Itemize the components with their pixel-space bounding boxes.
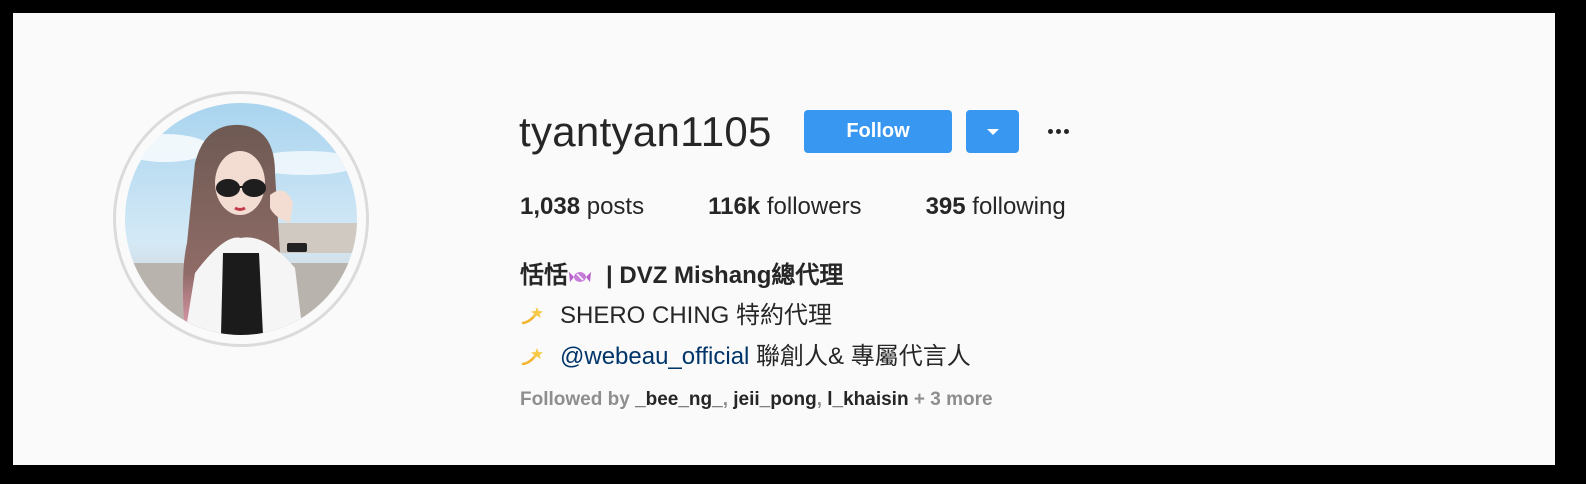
mention-link[interactable]: @webeau_official (560, 343, 749, 370)
posts-count: 1,038 posts (520, 193, 644, 221)
follower-username[interactable]: l_khaisin (827, 389, 908, 410)
username: tyantyan1105 (519, 108, 772, 155)
follow-button[interactable]: Follow (804, 110, 952, 153)
bio-line-2: SHERO CHING 特約代理 (520, 297, 971, 338)
chevron-down-icon (986, 128, 999, 135)
following-label: following (972, 193, 1066, 220)
bio-line-2-text: SHERO CHING 特約代理 (560, 302, 833, 329)
followed-by-prefix: Followed by (520, 389, 636, 410)
followed-by-more[interactable]: + 3 more (909, 389, 993, 410)
more-options-button[interactable] (1043, 119, 1073, 143)
profile-header: tyantyan1105 Follow 1,038 posts 116k fol… (13, 13, 1555, 465)
followed-by[interactable]: Followed by _bee_ng_, jeii_pong, l_khais… (520, 389, 993, 411)
more-options-icon (1047, 128, 1053, 134)
bio-line-3: @webeau_official 聯創人& 專屬代言人 (520, 338, 971, 379)
full-name-text: 恬恬 (520, 262, 568, 289)
following-count-value: 395 (925, 193, 966, 220)
profile-stats: 1,038 posts 116k followers 395 following (520, 193, 1130, 221)
separator: , (722, 389, 734, 410)
more-options-icon-dot (1055, 128, 1061, 134)
avatar-image (125, 103, 357, 335)
candy-icon (568, 259, 596, 297)
more-options-icon-dot (1063, 128, 1069, 134)
full-name-suffix: | DVZ Mishang總代理 (606, 262, 844, 289)
bio-line-3-text: 聯創人& 專屬代言人 (749, 343, 971, 370)
dizzy-icon (520, 341, 546, 379)
followers-link[interactable]: 116k followers (708, 193, 861, 221)
follower-username[interactable]: _bee_ng_ (635, 389, 723, 410)
followers-label: followers (766, 193, 862, 220)
separator: , (816, 389, 828, 410)
full-name: 恬恬 | DVZ Mishang總代理 (520, 257, 971, 297)
following-link[interactable]: 395 following (926, 193, 1066, 221)
dizzy-icon (520, 300, 546, 338)
follower-username[interactable]: jeii_pong (733, 389, 816, 410)
bio: 恬恬 | DVZ Mishang總代理 SHERO CHING 特約代理 @web… (520, 257, 971, 379)
followers-count-value: 116k (708, 193, 761, 220)
suggested-accounts-button[interactable] (966, 110, 1019, 153)
posts-count-value: 1,038 (520, 193, 581, 220)
avatar[interactable] (113, 91, 369, 347)
posts-label: posts (586, 193, 645, 220)
